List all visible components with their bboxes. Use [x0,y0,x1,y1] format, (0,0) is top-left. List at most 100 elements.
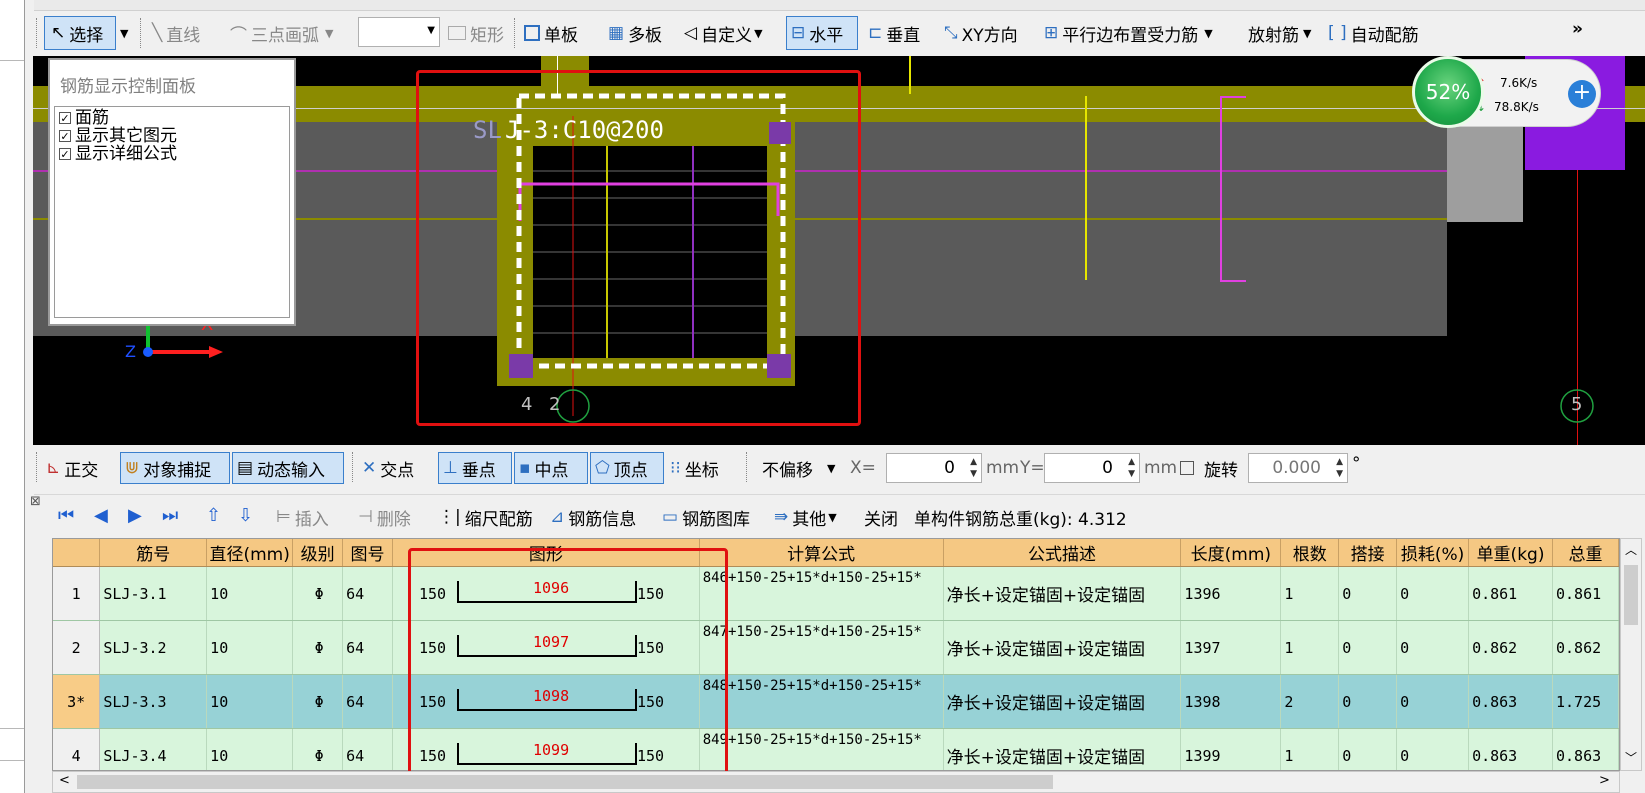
checkbox-checked-icon[interactable]: ✓ [59,112,71,124]
cell-shape[interactable]: 150 1098 150 [392,674,700,729]
toolbar-grip[interactable] [36,18,40,48]
spin-arrows-icon[interactable]: ▲ ▼ [1336,456,1343,480]
cell-description[interactable]: 净长+设定锚固+设定锚固 [943,674,1182,729]
cell-total-weight[interactable]: 0.861 [1552,566,1619,621]
scroll-right-icon[interactable]: > [1599,773,1610,788]
cell-grade[interactable]: Φ [292,674,344,729]
row-index[interactable]: 4 [53,728,101,770]
horizontal-scroll-thumb[interactable] [77,775,1053,789]
cell-diameter[interactable]: 10 [206,566,294,621]
perp-button[interactable]: ⊥ 垂点 [438,452,512,484]
parallel-edge-button[interactable]: ⊞ 平行边布置受力筋 ▼ [1044,16,1213,50]
col-header-name[interactable]: 筋号 [99,539,208,567]
auto-button[interactable]: [ ] 自动配筋 [1328,16,1419,50]
plus-icon[interactable]: + [1568,80,1596,108]
cell-formula[interactable]: 848+150-25+15*d+150-25+15* [699,674,944,729]
cell-grade[interactable]: Φ [292,728,344,770]
cell-count[interactable]: 1 [1280,620,1340,675]
y-input[interactable]: 0 ▲ ▼ [1044,453,1140,483]
rotate-input[interactable]: 0.000 ▲ ▼ [1248,453,1348,483]
shape-mid-length[interactable]: 1097 [533,633,569,651]
table-row[interactable]: 4 SLJ-3.4 10 Φ 64 150 1099 150 849+150-2… [53,728,1619,770]
toolbar-grip[interactable] [36,452,40,482]
scroll-left-icon[interactable]: < [59,773,70,788]
cell-name[interactable]: SLJ-3.2 [99,620,208,675]
cell-shape[interactable]: 150 1096 150 [392,566,700,621]
rebar-table[interactable]: 筋号 直径(mm) 级别 图号 图形 计算公式 公式描述 长度(mm) 根数 搭… [52,538,1620,771]
rotate-checkbox[interactable]: 旋转 [1180,452,1238,484]
cell-name[interactable]: SLJ-3.4 [99,728,208,770]
insert-button[interactable]: ⊨ 插入 [276,503,329,531]
object-snap-button[interactable]: ⋓ 对象捕捉 [120,452,230,484]
cell-lap[interactable]: 0 [1338,674,1398,729]
prev-record-icon[interactable]: ◀ [94,505,108,526]
col-header-shape[interactable]: 图形 [392,539,700,567]
cell-unit-weight[interactable]: 0.863 [1468,674,1553,729]
cell-count[interactable]: 1 [1280,566,1340,621]
move-up-icon[interactable]: ⇧ [206,505,221,526]
scale-rebar-button[interactable]: ⋮| 缩尺配筋 [438,503,533,531]
col-header-description[interactable]: 公式描述 [943,539,1182,567]
scroll-down-icon[interactable]: ﹀ [1625,749,1637,766]
cell-total-weight[interactable]: 0.863 [1552,728,1619,770]
cell-description[interactable]: 净长+设定锚固+设定锚固 [943,620,1182,675]
shape-mid-length[interactable]: 1099 [533,741,569,759]
rebar-label[interactable]: J-3:C10@200 [505,116,664,144]
col-header-lap[interactable]: 搭接 [1338,539,1398,567]
first-record-icon[interactable]: ⏮ [58,505,74,526]
single-board-button[interactable]: 单板 [524,16,578,50]
option-show-formula[interactable]: ✓ 显示详细公式 [59,145,177,163]
cell-lap[interactable]: 0 [1338,620,1398,675]
grip-bottom-right[interactable] [767,354,791,378]
cell-count[interactable]: 2 [1280,674,1340,729]
cell-name[interactable]: SLJ-3.3 [99,674,208,729]
cell-lap[interactable]: 0 [1338,566,1398,621]
mid-button[interactable]: ▪ 中点 [514,452,588,484]
cell-loss[interactable]: 0 [1396,674,1470,729]
cell-name[interactable]: SLJ-3.1 [99,566,208,621]
radial-button[interactable]: 放射筋 ▼ [1248,16,1311,50]
horizontal-scrollbar[interactable]: < > [52,771,1620,793]
shape-mid-length[interactable]: 1098 [533,687,569,705]
horizontal-button[interactable]: ⊟ 水平 [786,16,858,50]
move-down-icon[interactable]: ⇩ [238,505,253,526]
ortho-button[interactable]: ⊾ 正交 [46,452,98,484]
cell-length[interactable]: 1396 [1180,566,1282,621]
cell-lap[interactable]: 0 [1338,728,1398,770]
grip-top-right[interactable] [769,122,791,144]
line-button[interactable]: ╲ 直线 [152,16,200,50]
col-header-loss[interactable]: 损耗(%) [1396,539,1470,567]
col-header-diameter[interactable]: 直径(mm) [206,539,294,567]
table-row[interactable]: 2 SLJ-3.2 10 Φ 64 150 1097 150 847+150-2… [53,620,1619,675]
vertical-scroll-thumb[interactable] [1624,565,1638,625]
cell-diameter[interactable]: 10 [206,728,294,770]
col-header-formula[interactable]: 计算公式 [699,539,944,567]
arc-button[interactable]: ⌒ 三点画弧 ▼ [230,16,333,50]
collapse-icon[interactable]: ⊠ [30,494,41,509]
cell-grade[interactable]: Φ [292,566,344,621]
cell-total-weight[interactable]: 0.862 [1552,620,1619,675]
intersect-button[interactable]: ✕ 交点 [362,452,414,484]
other-button[interactable]: ⇛ 其他 ▼ [774,503,837,531]
cell-description[interactable]: 净长+设定锚固+设定锚固 [943,728,1182,770]
cell-diameter[interactable]: 10 [206,674,294,729]
cell-loss[interactable]: 0 [1396,566,1470,621]
rebar-library-button[interactable]: ▭ 钢筋图库 [662,503,750,531]
coord-button[interactable]: ⁝⁝ 坐标 [670,452,719,484]
cell-loss[interactable]: 0 [1396,620,1470,675]
close-button[interactable]: 关闭 [864,503,898,531]
cell-figure[interactable]: 64 [342,620,393,675]
multi-board-button[interactable]: ▦ 多板 [608,16,662,50]
cell-figure[interactable]: 64 [342,728,393,770]
cell-figure[interactable]: 64 [342,566,393,621]
grip-bottom-left[interactable] [509,354,533,378]
checkbox-checked-icon[interactable]: ✓ [59,148,71,160]
col-header-figure[interactable]: 图号 [342,539,393,567]
col-header-grade[interactable]: 级别 [292,539,344,567]
cell-grade[interactable]: Φ [292,620,344,675]
cell-length[interactable]: 1399 [1180,728,1282,770]
xy-button[interactable]: ⤡ XY方向 [944,16,1018,50]
col-header-unit-weight[interactable]: 单重(kg) [1468,539,1553,567]
cell-loss[interactable]: 0 [1396,728,1470,770]
cell-length[interactable]: 1398 [1180,674,1282,729]
